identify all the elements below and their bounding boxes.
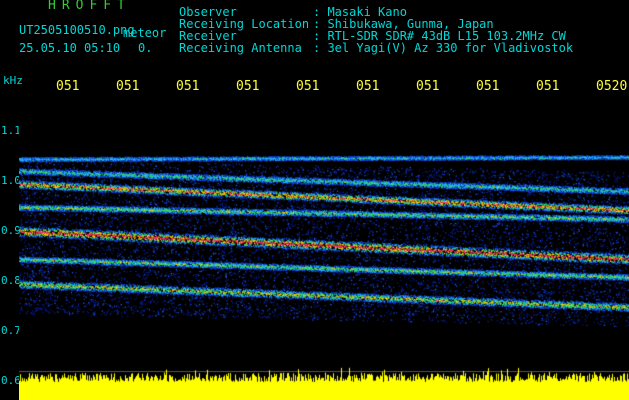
- y-tick: 0.6: [1, 374, 21, 387]
- spectrogram-area: [19, 99, 629, 400]
- x-tick: 0520: [596, 79, 628, 94]
- x-tick: 051: [56, 79, 80, 94]
- x-tick: 051: [416, 79, 440, 94]
- spectrogram: [19, 99, 629, 400]
- x-tick: 051: [176, 79, 200, 94]
- file-name: UT2505100510.png: [19, 23, 135, 37]
- x-tick: 051: [116, 79, 140, 94]
- y-tick: 0.7: [1, 324, 21, 337]
- antenna-label: Receiving Antenna: [179, 41, 302, 55]
- meteor-label: meteor: [123, 26, 167, 40]
- x-tick: 051: [296, 79, 320, 94]
- y-tick: 0.9: [1, 224, 21, 237]
- x-tick: 051: [476, 79, 500, 94]
- datetime: 25.05.10 05:10: [19, 41, 121, 55]
- app-title: HROFFT: [48, 0, 131, 13]
- x-tick: 051: [536, 79, 560, 94]
- y-axis-unit: kHz: [3, 74, 23, 87]
- antenna-value: : 3el Yagi(V) Az 330 for Vladivostok: [313, 41, 574, 55]
- y-tick: 0.8: [1, 274, 21, 287]
- y-tick: 1.0: [1, 174, 21, 187]
- y-tick: 1.1: [1, 124, 21, 137]
- x-tick: 051: [356, 79, 380, 94]
- meteor-counter: 0.: [138, 41, 153, 55]
- x-tick: 051: [236, 79, 260, 94]
